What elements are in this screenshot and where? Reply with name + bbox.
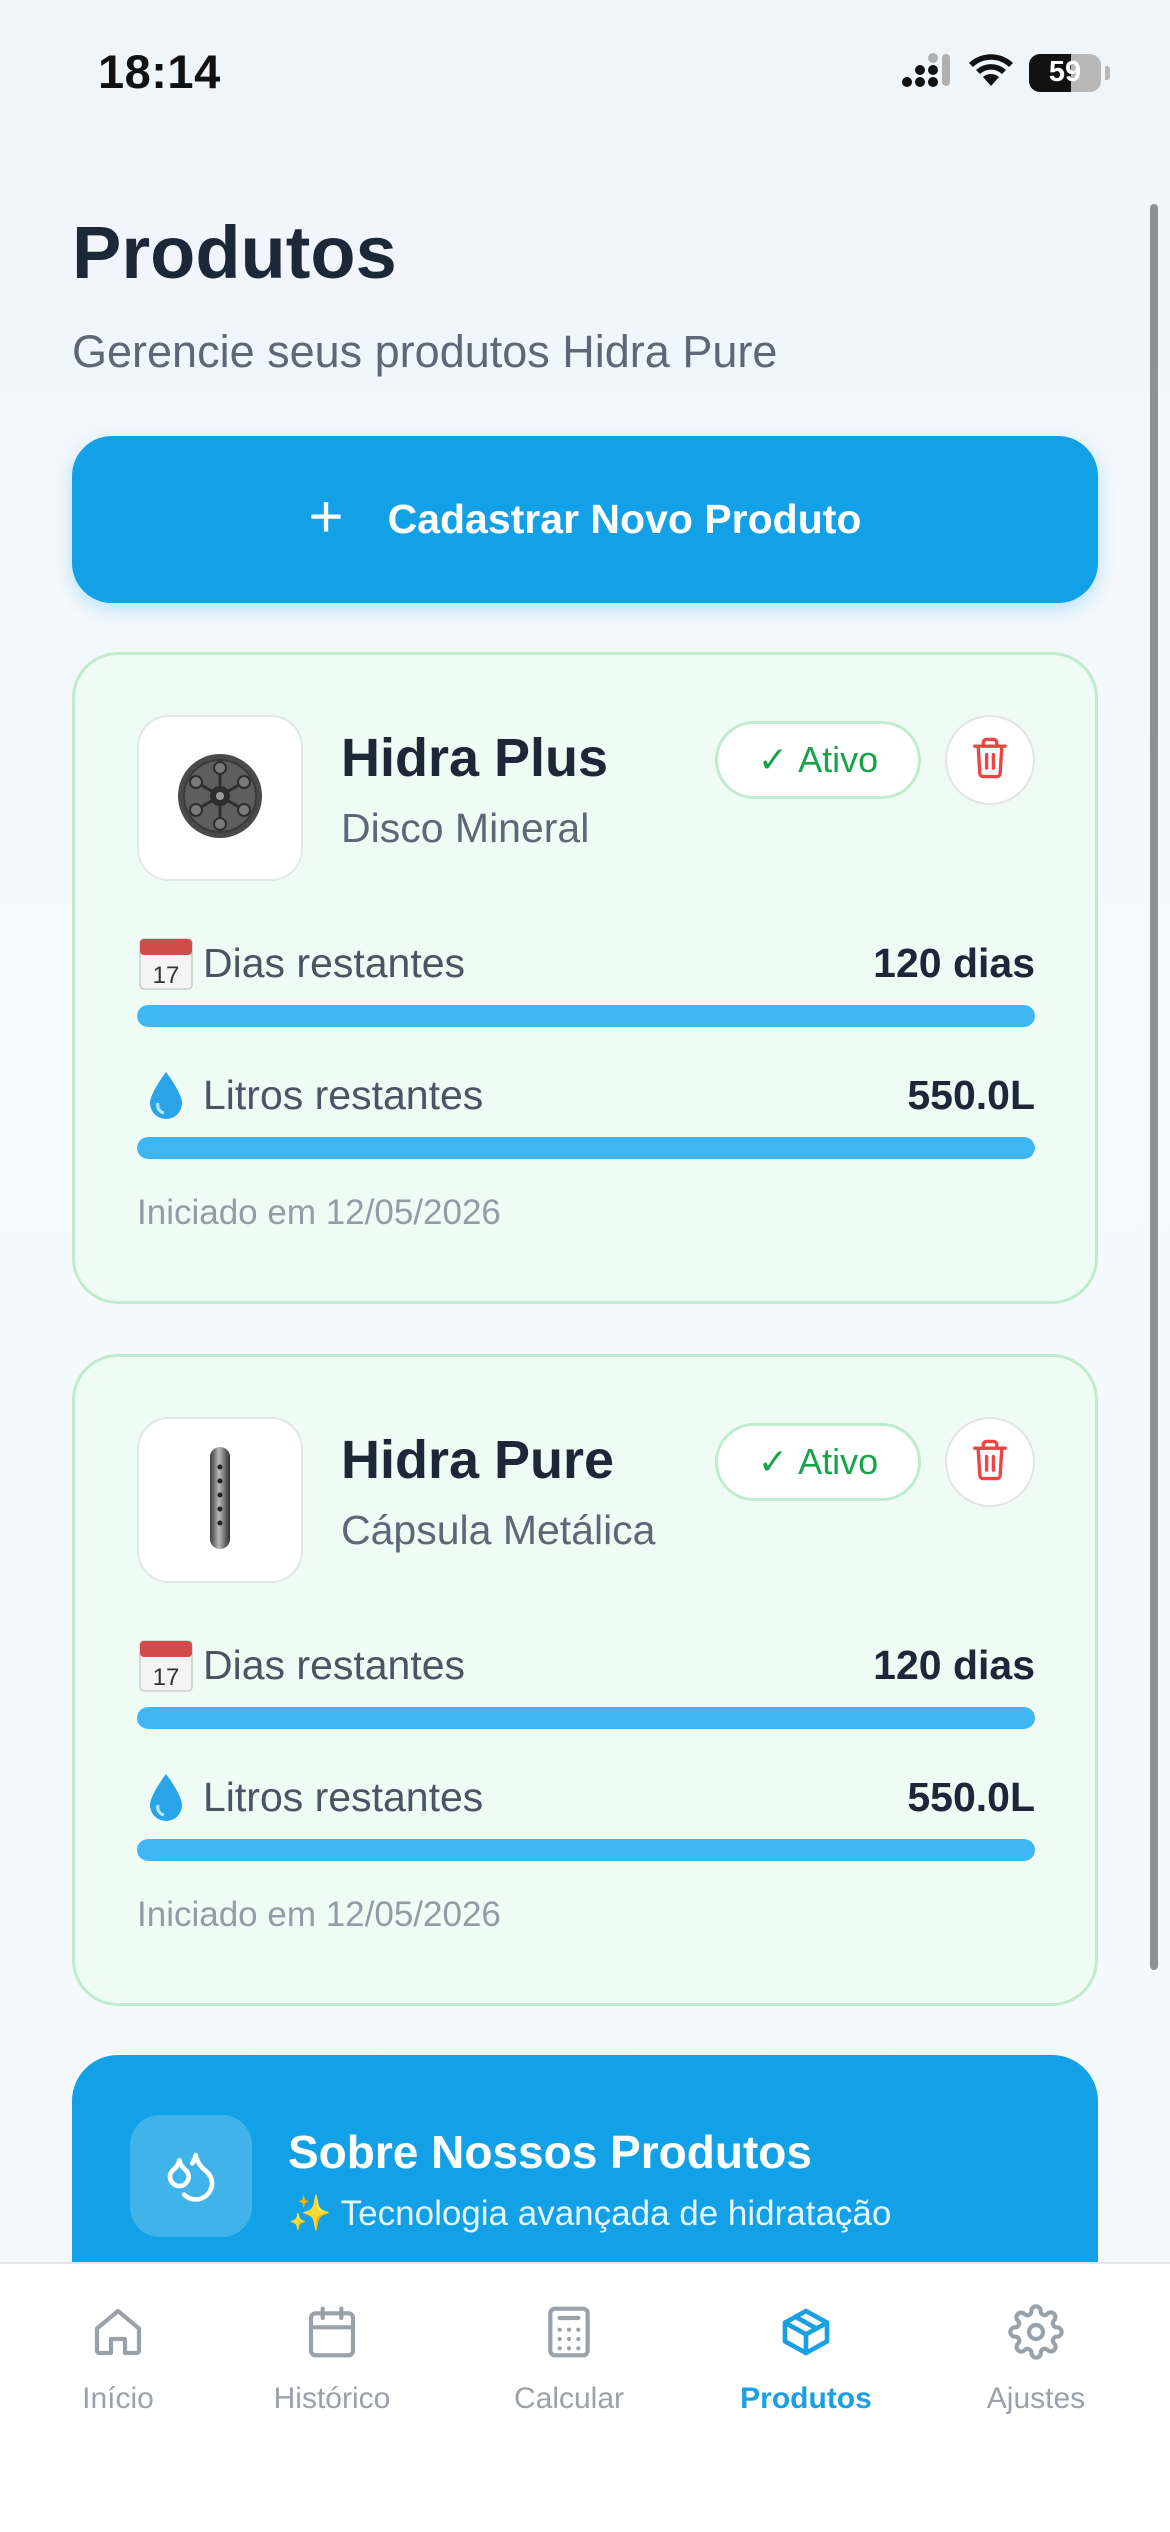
days-remaining-label: Dias restantes — [203, 1641, 466, 1688]
battery-icon: 59 — [1029, 53, 1101, 92]
calendar-emoji-icon: 17 — [137, 1636, 195, 1694]
wifi-icon — [967, 52, 1015, 93]
liters-progress-fill — [137, 1839, 1035, 1861]
page-subtitle: Gerencie seus produtos Hidra Pure — [72, 326, 778, 377]
liters-progress-fill — [137, 1137, 1035, 1159]
days-remaining-label: Dias restantes — [203, 939, 466, 986]
tab-historico[interactable]: Histórico — [222, 2300, 442, 2416]
tab-label: Calcular — [513, 2382, 625, 2415]
battery-level: 59 — [1048, 55, 1082, 88]
tab-label: Início — [82, 2382, 154, 2415]
tab-label: Produtos — [740, 2382, 872, 2415]
liters-remaining-row: Litros restantes 550.0L — [137, 1767, 1035, 1827]
status-time: 18:14 — [98, 45, 221, 98]
tab-label: Ajustes — [986, 2382, 1086, 2415]
about-products-card[interactable]: Sobre Nossos Produtos ✨ Tecnologia avanç… — [72, 2055, 1098, 2295]
scroll-indicator[interactable] — [1150, 204, 1158, 1970]
svg-text:17: 17 — [153, 1664, 180, 1691]
delete-button[interactable] — [945, 1417, 1035, 1507]
metal-capsule-icon — [200, 1443, 240, 1558]
trash-icon — [969, 1438, 1011, 1487]
product-name: Hidra Pure — [341, 1430, 615, 1490]
product-card[interactable]: Hidra Plus Disco Mineral ✓ Ativo 17 Dias… — [72, 652, 1098, 1304]
trash-icon — [969, 736, 1011, 785]
product-type: Disco Mineral — [341, 805, 590, 851]
about-products-subtitle: ✨ Tecnologia avançada de hidratação — [288, 2194, 892, 2233]
liters-remaining-label: Litros restantes — [203, 1071, 484, 1118]
home-icon — [86, 2300, 150, 2364]
days-remaining-row: 17 Dias restantes 120 dias — [137, 1635, 1035, 1695]
product-thumbnail — [137, 715, 303, 881]
box-icon — [774, 2300, 838, 2364]
calendar-icon — [300, 2300, 364, 2364]
add-product-button[interactable]: + Cadastrar Novo Produto — [72, 436, 1098, 603]
delete-button[interactable] — [945, 715, 1035, 805]
status-icons: 59 — [901, 52, 1110, 93]
tab-ajustes[interactable]: Ajustes — [926, 2300, 1146, 2416]
liters-remaining-value: 550.0L — [907, 1071, 1035, 1118]
product-thumbnail — [137, 1417, 303, 1583]
tab-calcular[interactable]: Calcular — [459, 2300, 679, 2416]
water-drop-icon — [137, 1768, 195, 1826]
liters-remaining-value: 550.0L — [907, 1773, 1035, 1820]
days-progress-bar — [137, 1005, 1035, 1027]
days-progress-fill — [137, 1005, 1035, 1027]
cellular-signal-icon — [901, 52, 953, 93]
product-card[interactable]: Hidra Pure Cápsula Metálica ✓ Ativo 17 D… — [72, 1354, 1098, 2006]
check-icon: ✓ — [757, 1441, 789, 1482]
water-drops-icon — [130, 2115, 252, 2237]
tab-label: Histórico — [273, 2382, 391, 2415]
tab-bar: Início Histórico Calcular Produtos Ajust… — [0, 2262, 1170, 2532]
calendar-emoji-icon: 17 — [137, 934, 195, 992]
status-badge-label: Ativo — [798, 1441, 879, 1482]
started-date: Iniciado em 12/05/2026 — [137, 1895, 501, 1934]
liters-progress-bar — [137, 1839, 1035, 1861]
liters-remaining-label: Litros restantes — [203, 1773, 484, 1820]
svg-text:17: 17 — [153, 962, 180, 989]
page-title: Produtos — [72, 211, 397, 294]
gear-icon — [1004, 2300, 1068, 2364]
status-badge-label: Ativo — [798, 739, 879, 780]
days-remaining-row: 17 Dias restantes 120 dias — [137, 933, 1035, 993]
water-drop-icon — [137, 1066, 195, 1124]
status-bar: 18:14 59 — [0, 0, 1170, 150]
days-remaining-value: 120 dias — [873, 1641, 1035, 1688]
liters-remaining-row: Litros restantes 550.0L — [137, 1065, 1035, 1125]
calculator-icon — [537, 2300, 601, 2364]
tab-produtos[interactable]: Produtos — [696, 2300, 916, 2416]
check-icon: ✓ — [757, 739, 789, 780]
about-products-title: Sobre Nossos Produtos — [288, 2126, 812, 2178]
days-remaining-value: 120 dias — [873, 939, 1035, 986]
days-progress-bar — [137, 1707, 1035, 1729]
days-progress-fill — [137, 1707, 1035, 1729]
add-product-label: Cadastrar Novo Produto — [387, 496, 862, 542]
battery-tip — [1105, 65, 1110, 80]
product-type: Cápsula Metálica — [341, 1507, 656, 1553]
status-badge[interactable]: ✓ Ativo — [715, 721, 921, 799]
status-badge[interactable]: ✓ Ativo — [715, 1423, 921, 1501]
product-name: Hidra Plus — [341, 728, 609, 788]
liters-progress-bar — [137, 1137, 1035, 1159]
plus-icon: + — [308, 482, 344, 550]
mineral-disc-icon — [174, 750, 266, 847]
started-date: Iniciado em 12/05/2026 — [137, 1193, 501, 1232]
tab-inicio[interactable]: Início — [8, 2300, 228, 2416]
